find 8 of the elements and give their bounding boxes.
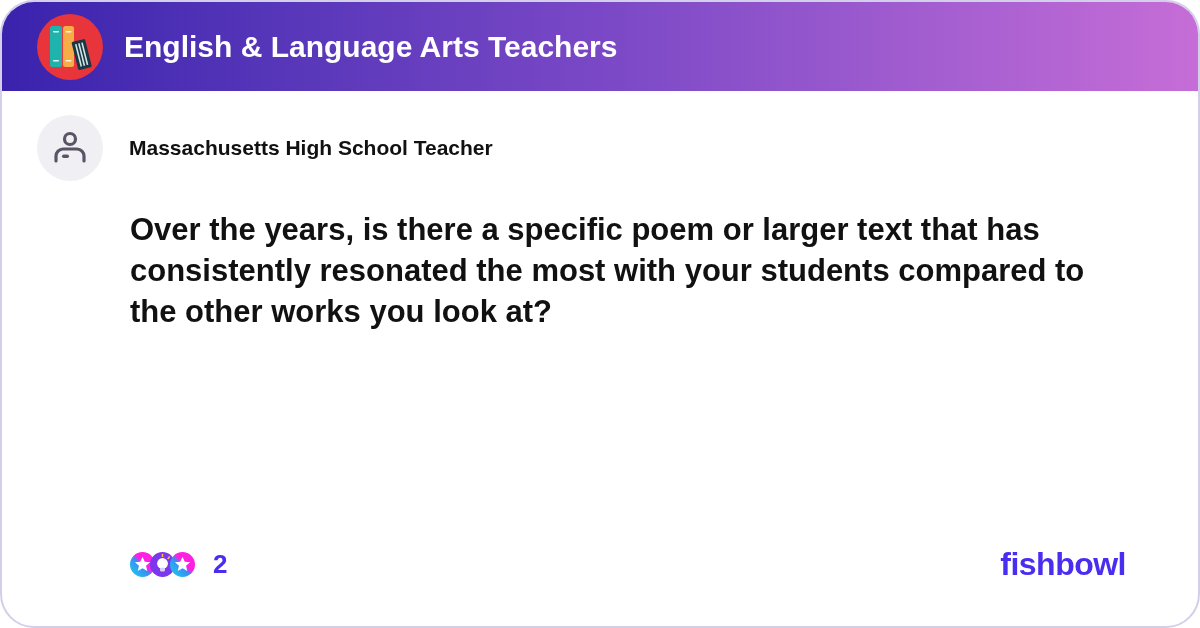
question-text: Over the years, is there a specific poem or larger text that has consistently resonated the most with your students compared to the other works you look at? <box>130 211 1086 331</box>
user-avatar-icon <box>37 115 103 181</box>
author-name: Massachusetts High School Teacher <box>129 135 493 162</box>
books-logo-icon <box>37 13 103 80</box>
reaction-count: 2 <box>213 551 228 577</box>
brand-logo: fishbowl <box>1000 548 1126 580</box>
star-badge-icon <box>170 551 195 577</box>
group-title: English & Language Arts Teachers <box>124 31 618 62</box>
